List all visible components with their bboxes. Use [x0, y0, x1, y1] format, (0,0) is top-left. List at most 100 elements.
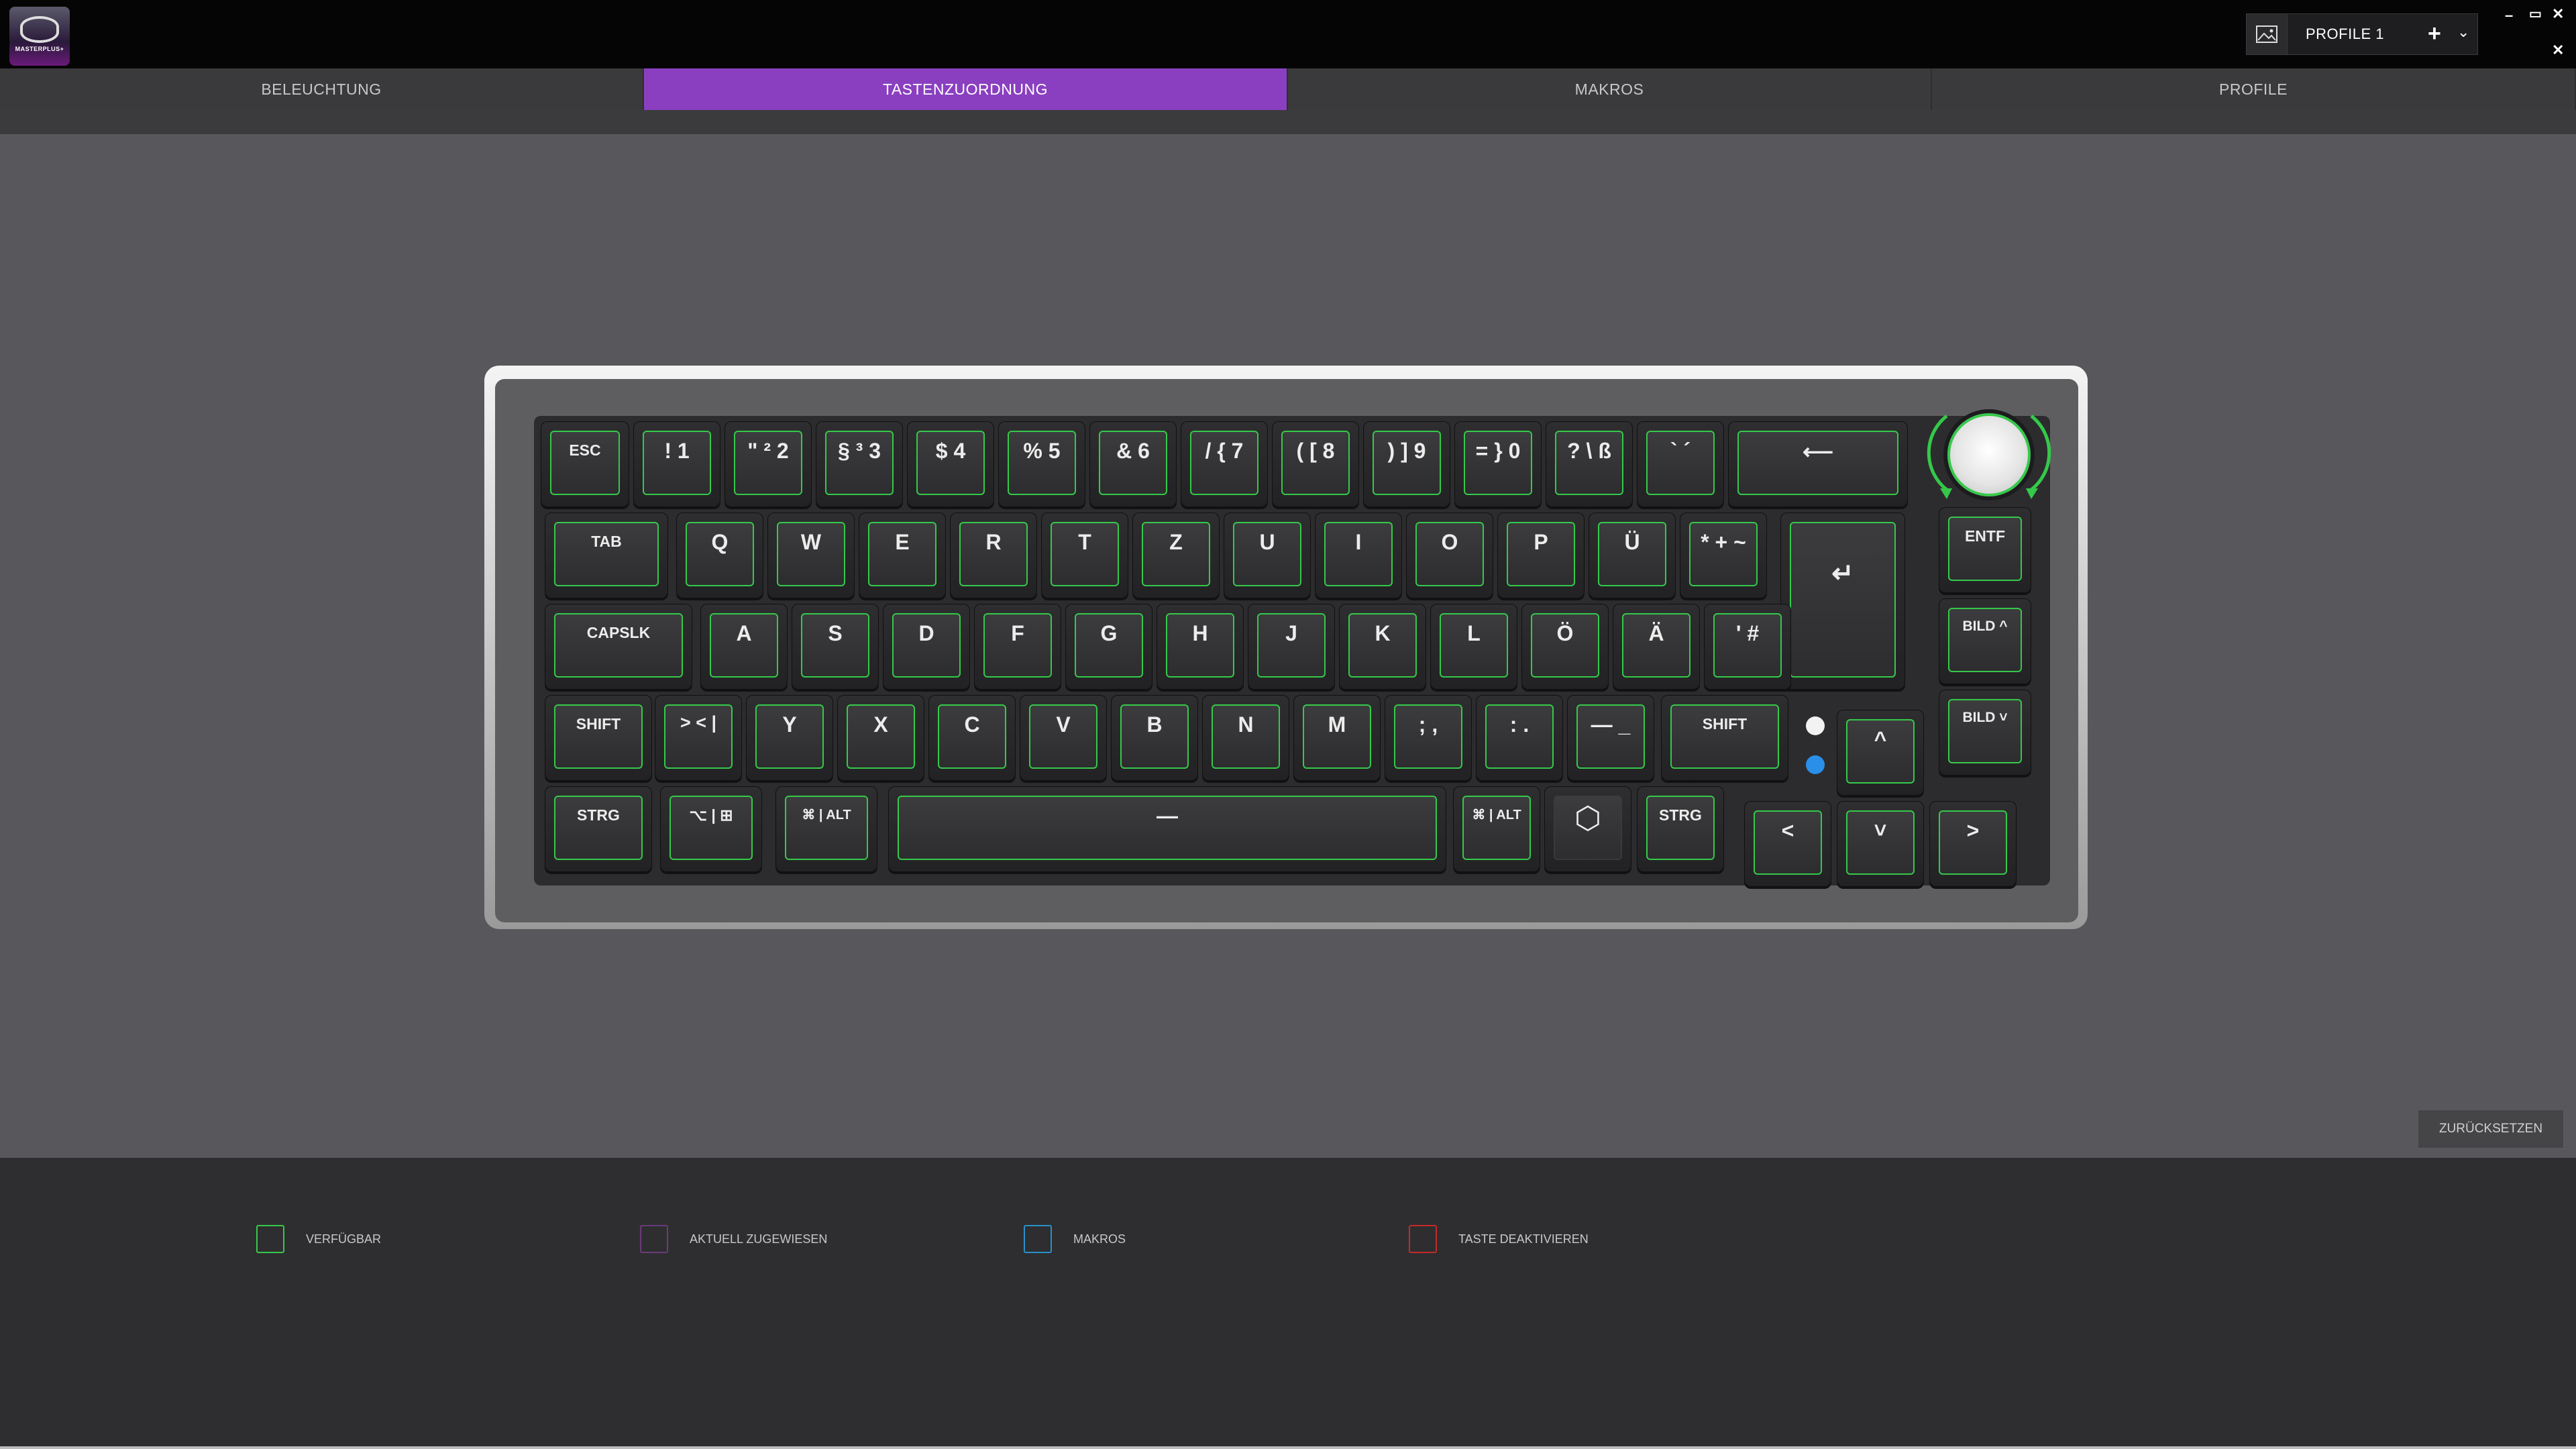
key-acute[interactable]: ` ´	[1637, 421, 1724, 507]
key-u[interactable]: U	[1224, 513, 1311, 598]
key-f[interactable]: F	[974, 604, 1061, 690]
key-m[interactable]: M	[1293, 695, 1381, 781]
key-arrow-right[interactable]: >	[1929, 801, 2017, 887]
reset-button[interactable]: ZURÜCKSETZEN	[2418, 1110, 2564, 1148]
key-ctrl-right[interactable]: STRG	[1637, 786, 1724, 872]
key-plus[interactable]: * + ~	[1680, 513, 1767, 598]
key-q[interactable]: Q	[676, 513, 763, 598]
key-8[interactable]: ( [ 8	[1272, 421, 1359, 507]
key-angle[interactable]: > < |	[655, 695, 742, 781]
key-6[interactable]: & 6	[1089, 421, 1177, 507]
key-tab[interactable]: TAB	[545, 513, 668, 598]
app-logo: MASTERPLUS+	[9, 7, 70, 66]
minimize-button[interactable]: –	[2505, 7, 2513, 24]
add-profile-icon[interactable]: +	[2428, 21, 2441, 47]
key-capslock[interactable]: CAPSLK	[545, 604, 692, 690]
key-enter[interactable]: ↵	[1780, 513, 1905, 690]
tab-beleuchtung[interactable]: BELEUCHTUNG	[0, 68, 644, 110]
key-v[interactable]: V	[1020, 695, 1107, 781]
key-arrow-left[interactable]: <	[1744, 801, 1831, 887]
key-r[interactable]: R	[950, 513, 1037, 598]
main-tabs: BELEUCHTUNG TASTENZUORDNUNG MAKROS PROFI…	[0, 68, 2576, 110]
key-hash[interactable]: ' #	[1704, 604, 1791, 690]
key-4[interactable]: $ 4	[907, 421, 994, 507]
logo-text: MASTERPLUS+	[15, 46, 64, 52]
key-g[interactable]: G	[1065, 604, 1152, 690]
key-3[interactable]: § ³ 3	[816, 421, 903, 507]
key-shift-left[interactable]: SHIFT	[545, 695, 652, 781]
profile-name: PROFILE 1	[2306, 25, 2384, 42]
key-ctrl-left[interactable]: STRG	[545, 786, 652, 872]
legend-swatch-assigned	[640, 1225, 668, 1253]
maximize-button[interactable]: ▭	[2529, 5, 2542, 22]
legend-swatch-disable	[1409, 1225, 1437, 1253]
volume-knob[interactable]	[1943, 409, 2035, 500]
key-option-win[interactable]: ⌥ | ⊞	[660, 786, 762, 872]
key-e[interactable]: E	[859, 513, 946, 598]
key-sz[interactable]: ? \ ß	[1546, 421, 1633, 507]
key-arrow-down[interactable]: ˅	[1837, 801, 1924, 887]
key-ue[interactable]: Ü	[1589, 513, 1676, 598]
key-page-down[interactable]: BILD ˅	[1939, 690, 2031, 775]
key-0[interactable]: = } 0	[1454, 421, 1542, 507]
key-7[interactable]: / { 7	[1181, 421, 1268, 507]
key-esc[interactable]: ESC	[541, 421, 629, 507]
key-a[interactable]: A	[700, 604, 788, 690]
key-l[interactable]: L	[1430, 604, 1517, 690]
tab-profile[interactable]: PROFILE	[1932, 68, 2576, 110]
profile-selector[interactable]: PROFILE 1 + ⌄	[2246, 13, 2478, 55]
key-n[interactable]: N	[1202, 695, 1289, 781]
key-minus[interactable]: — _	[1567, 695, 1654, 781]
key-delete[interactable]: ENTF	[1939, 507, 2031, 593]
profile-image-icon[interactable]	[2247, 14, 2288, 54]
key-period[interactable]: : .	[1476, 695, 1563, 781]
legend-assigned: AKTUELL ZUGEWIESEN	[640, 1225, 827, 1253]
key-x[interactable]: X	[837, 695, 924, 781]
indicator-light-blue	[1806, 755, 1825, 774]
bottom-edge	[0, 1446, 2576, 1449]
legend-panel	[0, 1158, 2576, 1449]
key-9[interactable]: ) ] 9	[1363, 421, 1450, 507]
key-w[interactable]: W	[767, 513, 855, 598]
close-secondary-icon[interactable]: ✕	[2552, 42, 2564, 59]
key-z[interactable]: Z	[1132, 513, 1220, 598]
legend-label: VERFÜGBAR	[306, 1232, 382, 1246]
legend-swatch-available	[256, 1225, 284, 1253]
chevron-down-icon[interactable]: ⌄	[2457, 23, 2469, 41]
tab-makros[interactable]: MAKROS	[1288, 68, 1932, 110]
key-space[interactable]: —	[888, 786, 1446, 872]
key-backspace[interactable]: ⟵	[1728, 421, 1908, 507]
key-p[interactable]: P	[1497, 513, 1585, 598]
key-b[interactable]: B	[1111, 695, 1198, 781]
key-page-up[interactable]: BILD ^	[1939, 598, 2031, 684]
key-shift-right[interactable]: SHIFT	[1661, 695, 1788, 781]
key-ae[interactable]: Ä	[1613, 604, 1700, 690]
key-t[interactable]: T	[1041, 513, 1128, 598]
key-i[interactable]: I	[1315, 513, 1402, 598]
legend-swatch-macros	[1024, 1225, 1052, 1253]
key-arrow-up[interactable]: ^	[1837, 710, 1924, 796]
close-button[interactable]: ✕	[2552, 5, 2564, 23]
key-s[interactable]: S	[792, 604, 879, 690]
key-oe[interactable]: Ö	[1521, 604, 1609, 690]
key-c[interactable]: C	[928, 695, 1016, 781]
indicator-light-white	[1806, 716, 1825, 735]
key-o[interactable]: O	[1406, 513, 1493, 598]
legend-label: MAKROS	[1073, 1232, 1126, 1246]
key-5[interactable]: % 5	[998, 421, 1085, 507]
key-2[interactable]: " ² 2	[724, 421, 812, 507]
tab-tastenzuordnung[interactable]: TASTENZUORDNUNG	[644, 68, 1288, 110]
title-bar: MASTERPLUS+ PROFILE 1 + ⌄ – ▭ ✕ ✕	[0, 0, 2576, 68]
key-cooler-master[interactable]: ⬡	[1544, 786, 1631, 872]
key-h[interactable]: H	[1157, 604, 1244, 690]
key-cmd-alt-right[interactable]: ⌘ | ALT	[1453, 786, 1540, 872]
legend-available: VERFÜGBAR	[256, 1225, 381, 1253]
legend-disable: TASTE DEAKTIVIEREN	[1409, 1225, 1589, 1253]
key-cmd-alt-left[interactable]: ⌘ | ALT	[775, 786, 877, 872]
key-y[interactable]: Y	[746, 695, 833, 781]
key-1[interactable]: ! 1	[633, 421, 720, 507]
key-j[interactable]: J	[1248, 604, 1335, 690]
key-d[interactable]: D	[883, 604, 970, 690]
key-k[interactable]: K	[1339, 604, 1426, 690]
key-comma[interactable]: ; ,	[1385, 695, 1472, 781]
